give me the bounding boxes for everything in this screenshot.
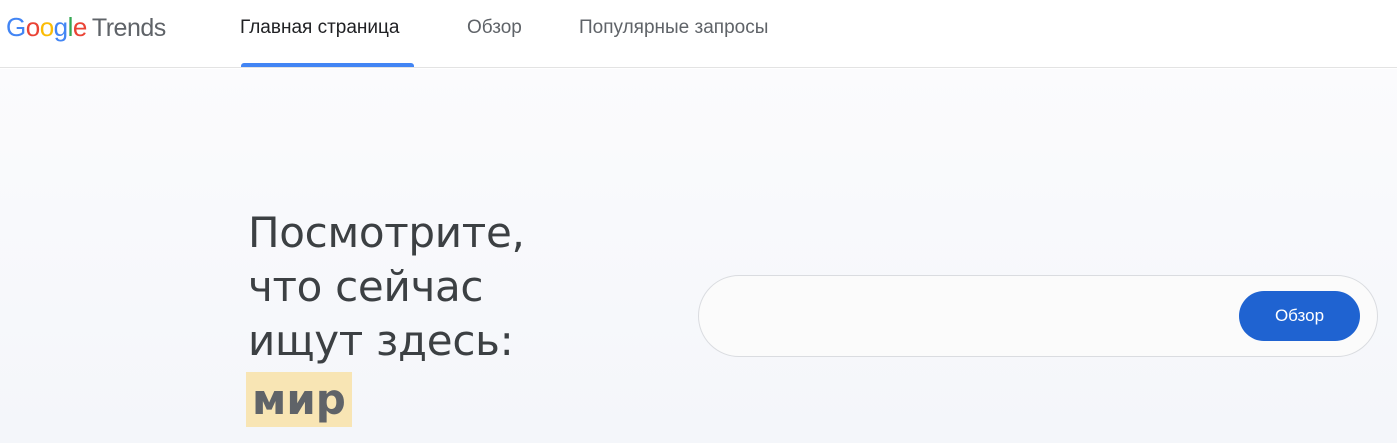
logo-letter: G (6, 12, 26, 42)
search-box: Обзор (698, 275, 1378, 357)
hero-headline: Посмотрите, что сейчас ищут здесь: (248, 206, 668, 368)
headline-line: Посмотрите, (248, 208, 525, 257)
logo-letter: e (72, 12, 87, 42)
top-bar: Go o g l e Trends Главная страница Обзор Попу… (0, 0, 1397, 68)
search-input[interactable] (729, 296, 1229, 336)
headline-line: ищут здесь: (248, 316, 514, 365)
logo-letter: o (25, 12, 40, 42)
hero-section (0, 69, 1397, 443)
highlighted-search-term: мир (246, 372, 352, 427)
logo-letter: g (53, 12, 68, 42)
explore-button[interactable]: Обзор (1239, 291, 1360, 341)
tab-home[interactable]: Главная страница (240, 0, 400, 68)
logo-product-name: Trends (91, 14, 166, 42)
logo-letter: o (39, 12, 54, 42)
headline-line: что сейчас (248, 262, 484, 311)
active-tab-indicator (241, 63, 414, 67)
google-trends-logo[interactable]: Go o g l e Trends (6, 12, 166, 46)
tab-explore[interactable]: Обзор (467, 0, 522, 68)
tab-trending-searches[interactable]: Популярные запросы (579, 0, 768, 68)
